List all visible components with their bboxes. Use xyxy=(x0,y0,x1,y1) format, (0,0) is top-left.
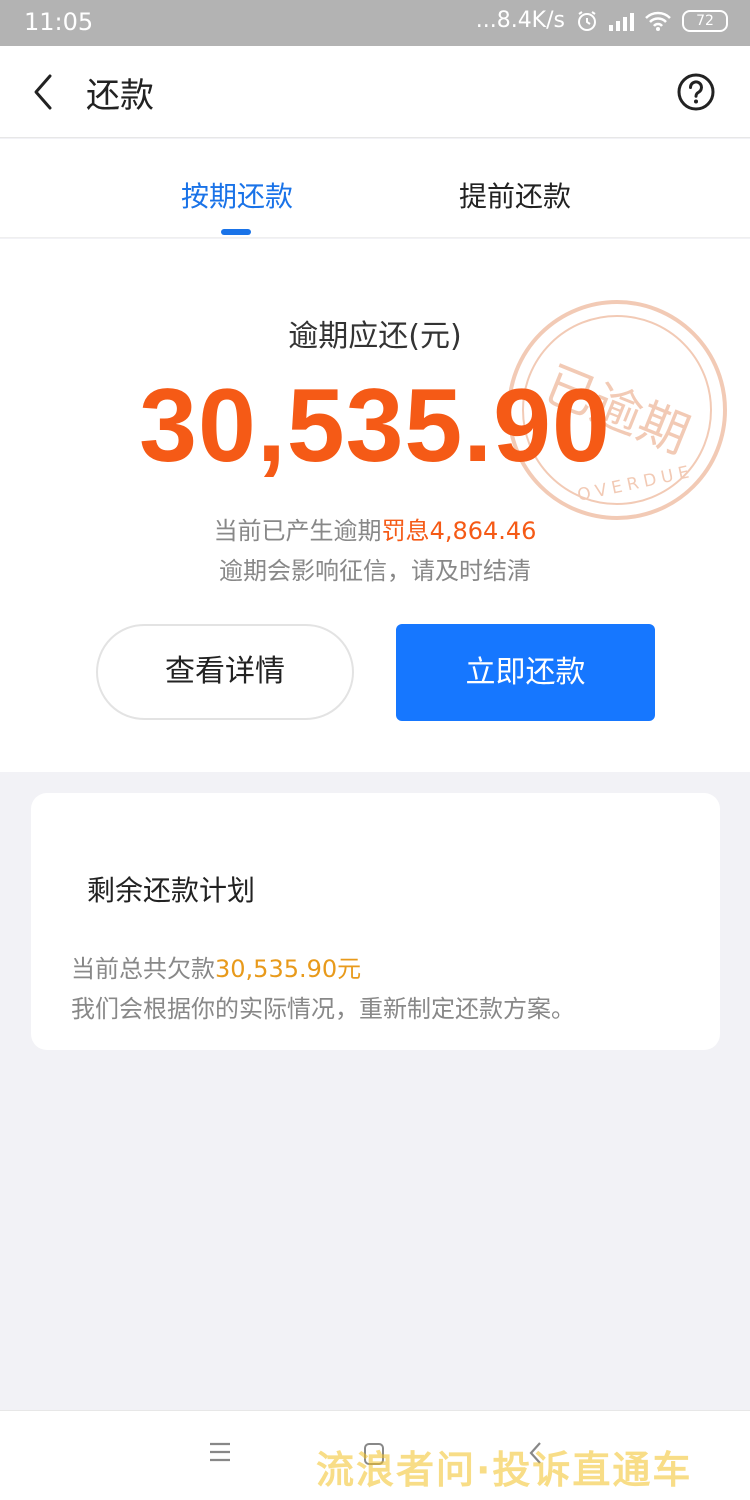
status-bar: 11:05 ...8.4K/s 72 xyxy=(0,0,750,46)
chevron-left-icon[interactable] xyxy=(26,70,62,114)
page-title: 还款 xyxy=(86,76,154,116)
nav-bar: 还款 xyxy=(0,46,750,138)
status-icons: ...8.4K/s 72 xyxy=(476,8,728,33)
total-debt-line: 当前总共欠款30,535.90元 xyxy=(71,949,361,984)
status-time: 11:05 xyxy=(24,8,94,36)
system-nav-bar: 流浪者问·投诉直通车 xyxy=(0,1410,750,1500)
penalty-prefix: 当前已产生逾期 xyxy=(213,517,382,545)
signal-icon xyxy=(609,11,634,31)
overdue-amount-label: 逾期应还(元) xyxy=(288,319,462,354)
repay-now-button[interactable]: 立即还款 xyxy=(396,624,655,721)
tab-active-indicator xyxy=(221,229,251,235)
remaining-plan-card: 剩余还款计划 当前总共欠款30,535.90元 我们会根据你的实际情况，重新制定… xyxy=(31,793,720,1050)
battery-icon: 72 xyxy=(682,9,728,32)
wifi-icon xyxy=(645,11,671,31)
penalty-interest-note: 当前已产生逾期罚息4,864.46 xyxy=(0,511,750,546)
tab-early-repayment[interactable]: 提前还款 xyxy=(459,175,571,215)
overdue-summary: 已逾期 OVERDUE 逾期应还(元) 30,535.90 当前已产生逾期罚息4… xyxy=(0,239,750,772)
network-speed: ...8.4K/s xyxy=(475,8,565,33)
overdue-amount: 30,535.90 xyxy=(139,368,611,484)
tab-bar: 按期还款 提前还款 xyxy=(0,139,750,238)
menu-icon[interactable] xyxy=(208,1441,232,1463)
plan-title: 剩余还款计划 xyxy=(87,874,256,907)
plan-description: 我们会根据你的实际情况，重新制定还款方案。 xyxy=(71,995,575,1023)
penalty-value: 4,864.46 xyxy=(429,517,537,545)
help-circle-icon[interactable] xyxy=(676,72,716,112)
debt-unit: 元 xyxy=(337,955,362,983)
penalty-label: 罚息 xyxy=(381,517,430,545)
debt-prefix: 当前总共欠款 xyxy=(71,955,215,983)
watermark: 流浪者问·投诉直通车 xyxy=(316,1448,693,1492)
tab-scheduled-repayment[interactable]: 按期还款 xyxy=(181,175,293,215)
credit-warning: 逾期会影响征信，请及时结清 xyxy=(219,557,531,585)
alarm-icon xyxy=(578,10,596,31)
debt-value: 30,535.90 xyxy=(215,955,338,983)
view-details-button[interactable]: 查看详情 xyxy=(96,624,354,720)
